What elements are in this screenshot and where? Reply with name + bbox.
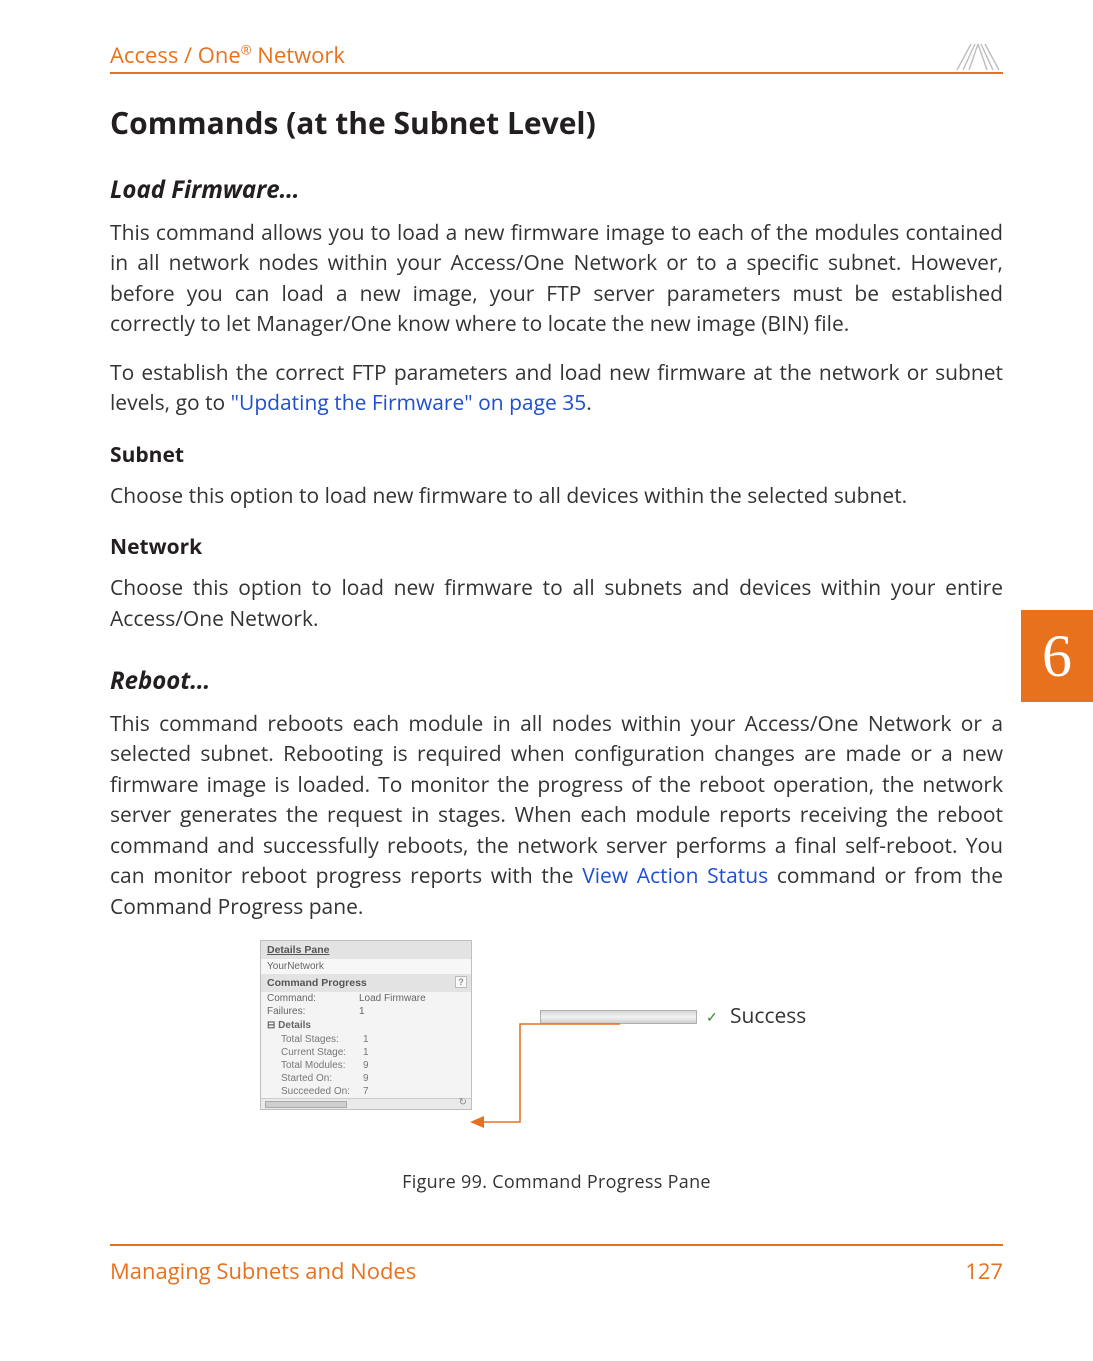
page-header: Access / One® Network	[110, 40, 1003, 74]
row-total-modules: Total Modules: 9	[261, 1059, 471, 1072]
heading-reboot: Reboot…	[110, 664, 1003, 697]
heading-network: Network	[110, 533, 1003, 561]
success-label: Success	[730, 1002, 806, 1030]
row-started-on-value: 9	[363, 1073, 465, 1084]
row-failures-label: Failures:	[267, 1006, 359, 1017]
load-firmware-para2b: .	[586, 389, 592, 417]
progress-bar	[540, 1010, 697, 1024]
details-pane-scrollbar[interactable]	[261, 1098, 471, 1109]
figure-99: Details Pane YourNetwork Command Progres…	[110, 940, 1003, 1160]
header-logo-icon	[953, 42, 1003, 70]
row-total-modules-label: Total Modules:	[281, 1060, 363, 1071]
row-details: ⊟ Details	[261, 1018, 471, 1033]
row-succeeded-on: Succeeded On: 7	[261, 1085, 471, 1098]
row-total-stages: Total Stages: 1	[261, 1033, 471, 1046]
row-started-on: Started On: 9	[261, 1072, 471, 1085]
chapter-tab: 6	[1021, 610, 1093, 702]
header-title-suffix: Network	[252, 40, 345, 70]
row-succeeded-on-label: Succeeded On:	[281, 1086, 363, 1097]
page-footer: Managing Subnets and Nodes 127	[110, 1244, 1003, 1286]
heading-commands: Commands (at the Subnet Level)	[110, 102, 1003, 143]
subnet-para: Choose this option to load new firmware …	[110, 481, 1003, 511]
header-title-sup: ®	[241, 41, 252, 59]
row-command-label: Command:	[267, 993, 359, 1004]
row-total-stages-value: 1	[363, 1034, 465, 1045]
network-para: Choose this option to load new firmware …	[110, 573, 1003, 634]
row-current-stage-label: Current Stage:	[281, 1047, 363, 1058]
footer-page-number: 127	[965, 1256, 1003, 1286]
row-current-stage-value: 1	[363, 1047, 465, 1058]
row-started-on-label: Started On:	[281, 1073, 363, 1084]
figure-caption: Figure 99. Command Progress Pane	[110, 1170, 1003, 1194]
row-total-modules-value: 9	[363, 1060, 465, 1071]
row-details-label: Details	[278, 1020, 311, 1031]
check-icon: ✓	[706, 1008, 718, 1027]
footer-section-title: Managing Subnets and Nodes	[110, 1256, 416, 1286]
row-failures: Failures: 1	[261, 1005, 471, 1018]
row-succeeded-on-value: 7	[363, 1086, 465, 1097]
header-title: Access / One® Network	[110, 40, 345, 70]
arrow-icon	[470, 1022, 620, 1132]
link-view-action-status[interactable]: View Action Status	[582, 862, 768, 890]
row-command-value: Load Firmware	[359, 993, 465, 1004]
row-command: Command: Load Firmware	[261, 992, 471, 1005]
command-progress-header: Command Progress	[261, 974, 471, 992]
reboot-para: This command reboots each module in all …	[110, 709, 1003, 922]
details-pane: Details Pane YourNetwork Command Progres…	[260, 940, 472, 1110]
details-pane-network: YourNetwork	[261, 959, 471, 974]
row-total-stages-label: Total Stages:	[281, 1034, 363, 1045]
load-firmware-para1: This command allows you to load a new fi…	[110, 218, 1003, 340]
header-title-prefix: Access / One	[110, 40, 241, 70]
heading-load-firmware: Load Firmware…	[110, 173, 1003, 206]
row-failures-value: 1	[359, 1006, 465, 1017]
details-pane-title: Details Pane	[261, 941, 471, 959]
link-updating-firmware[interactable]: "Updating the Firmware" on page 35	[231, 389, 587, 417]
row-current-stage: Current Stage: 1	[261, 1046, 471, 1059]
load-firmware-para2: To establish the correct FTP parameters …	[110, 358, 1003, 419]
heading-subnet: Subnet	[110, 441, 1003, 469]
